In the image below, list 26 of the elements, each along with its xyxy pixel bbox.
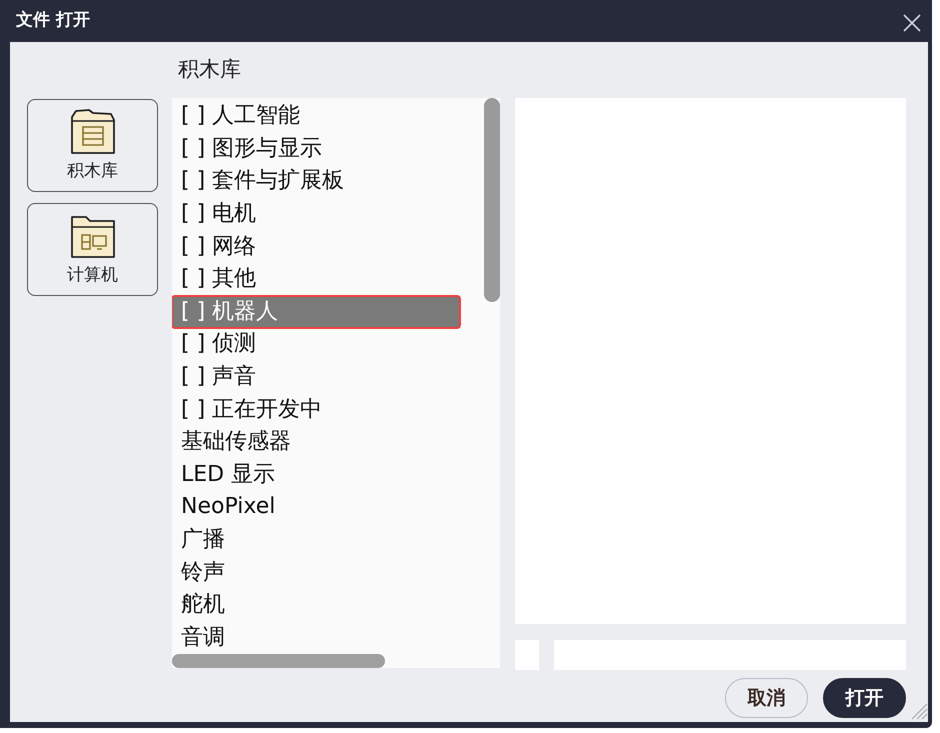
list-item[interactable]: LED 显示 [172,458,280,492]
list-item[interactable]: [ ] 人工智能 [172,100,304,133]
window-title: 文件 打开 [16,9,90,32]
scrollbar-thumb[interactable] [484,98,500,302]
list-item[interactable]: [ ] 其他 [172,262,260,296]
list-item[interactable]: [ ] 侦测 [172,328,260,361]
sidebar-place-button[interactable]: 计算机 [27,203,158,296]
cancel-button[interactable]: 取消 [725,678,808,718]
section-title: 积木库 [178,56,241,83]
close-icon[interactable] [902,13,922,33]
list-item[interactable]: [ ] 套件与扩展板 [172,165,348,198]
list-item[interactable]: [ ] 电机 [172,198,260,230]
list-item[interactable]: 广播 [172,524,229,556]
list-item[interactable]: 铃声 [172,556,229,589]
scrollbar-thumb[interactable] [172,654,385,668]
list-item[interactable]: [ ] 网络 [172,230,260,263]
list-item[interactable]: 音调 [172,622,229,654]
open-button[interactable]: 打开 [823,678,906,718]
list-item[interactable]: 基础传感器 [172,426,295,459]
list-item[interactable]: [ ] 机器人 [172,296,460,328]
list-item[interactable]: [ ] 声音 [172,360,260,394]
list-item[interactable]: [ ] 正在开发中 [172,393,326,426]
list-item[interactable]: 舵机 [172,588,229,622]
list-item[interactable]: [ ] 图形与显示 [172,132,326,166]
list-item[interactable]: NeoPixel [172,491,280,524]
sidebar-place-button[interactable]: 积木库 [27,99,158,192]
